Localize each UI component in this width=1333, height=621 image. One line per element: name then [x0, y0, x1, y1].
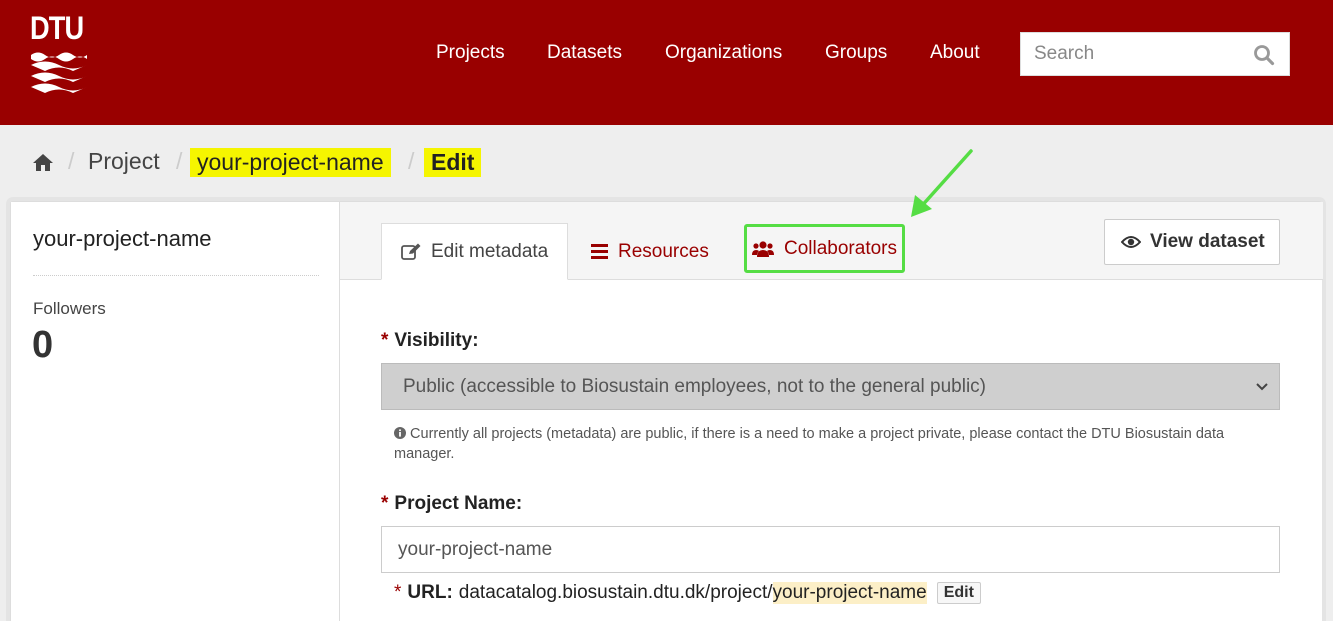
breadcrumb-current: Edit: [424, 148, 482, 177]
visibility-help-text: Currently all projects (metadata) are pu…: [394, 426, 1225, 462]
edit-url-button[interactable]: Edit: [936, 582, 981, 604]
visibility-selected-value: Public (accessible to Biosustain employe…: [403, 375, 986, 397]
nav-groups[interactable]: Groups: [825, 42, 887, 64]
nav-projects[interactable]: Projects: [436, 42, 505, 64]
url-prefix: datacatalog.biosustain.dtu.dk/project/: [458, 582, 773, 603]
nav-about[interactable]: About: [930, 42, 980, 64]
tab-label: Edit metadata: [431, 240, 549, 262]
tab-edit-metadata[interactable]: Edit metadata: [381, 223, 568, 280]
edit-icon: [401, 243, 421, 260]
required-marker: *: [381, 330, 389, 351]
visibility-label-text: Visibility:: [394, 330, 479, 351]
url-slug: your-project-name: [772, 582, 927, 604]
tab-resources[interactable]: Resources: [591, 223, 709, 280]
visibility-select[interactable]: Public (accessible to Biosustain employe…: [381, 363, 1280, 410]
content-panel: your-project-name Followers 0 Edit metad…: [10, 201, 1323, 621]
followers-count: 0: [32, 324, 54, 366]
breadcrumb-project-name[interactable]: your-project-name: [190, 148, 391, 177]
divider: [33, 275, 319, 276]
search-input[interactable]: [1021, 33, 1231, 75]
breadcrumb-separator: /: [408, 148, 415, 174]
nav-organizations[interactable]: Organizations: [665, 42, 782, 64]
users-icon: [752, 240, 774, 257]
dtu-waves-icon: [31, 52, 87, 93]
tab-label: Resources: [618, 240, 709, 262]
annotation-arrow-icon: [911, 149, 973, 217]
view-dataset-button[interactable]: View dataset: [1104, 219, 1280, 265]
sidebar-title: your-project-name: [33, 226, 212, 251]
project-name-label: * Project Name:: [381, 493, 522, 515]
required-marker: *: [381, 493, 389, 514]
required-marker: *: [394, 582, 402, 603]
site-header: DTU Projects Datasets Organizations Grou…: [0, 0, 1333, 125]
project-name-input[interactable]: your-project-name: [381, 526, 1280, 573]
breadcrumb-project[interactable]: Project: [88, 148, 160, 175]
visibility-label: * Visibility:: [381, 330, 479, 352]
followers-label: Followers: [33, 299, 106, 318]
search-box: [1020, 32, 1290, 76]
project-name-label-text: Project Name:: [394, 493, 523, 514]
eye-icon: [1121, 236, 1141, 248]
tab-bar: Edit metadata Resources Collaborators Vi…: [340, 202, 1323, 280]
project-name-value: your-project-name: [398, 538, 553, 560]
info-icon: [394, 427, 406, 439]
main-content: Edit metadata Resources Collaborators Vi…: [339, 202, 1323, 621]
breadcrumb-separator: /: [68, 148, 75, 174]
breadcrumb-separator: /: [176, 148, 183, 174]
dtu-logo[interactable]: DTU: [30, 12, 88, 96]
list-icon: [591, 244, 608, 259]
nav-datasets[interactable]: Datasets: [547, 42, 622, 64]
chevron-down-icon: [1256, 383, 1268, 391]
url-row: * URL: datacatalog.biosustain.dtu.dk/pro…: [394, 582, 981, 604]
visibility-help: Currently all projects (metadata) are pu…: [394, 424, 1274, 464]
logo-text: DTU: [30, 10, 84, 46]
tab-label: Collaborators: [784, 237, 897, 259]
view-dataset-label: View dataset: [1150, 231, 1265, 252]
tab-collaborators[interactable]: Collaborators: [744, 224, 905, 273]
search-icon[interactable]: [1253, 44, 1275, 66]
home-icon[interactable]: [32, 153, 54, 172]
url-label: URL:: [407, 582, 453, 603]
sidebar: your-project-name Followers 0: [11, 202, 339, 621]
